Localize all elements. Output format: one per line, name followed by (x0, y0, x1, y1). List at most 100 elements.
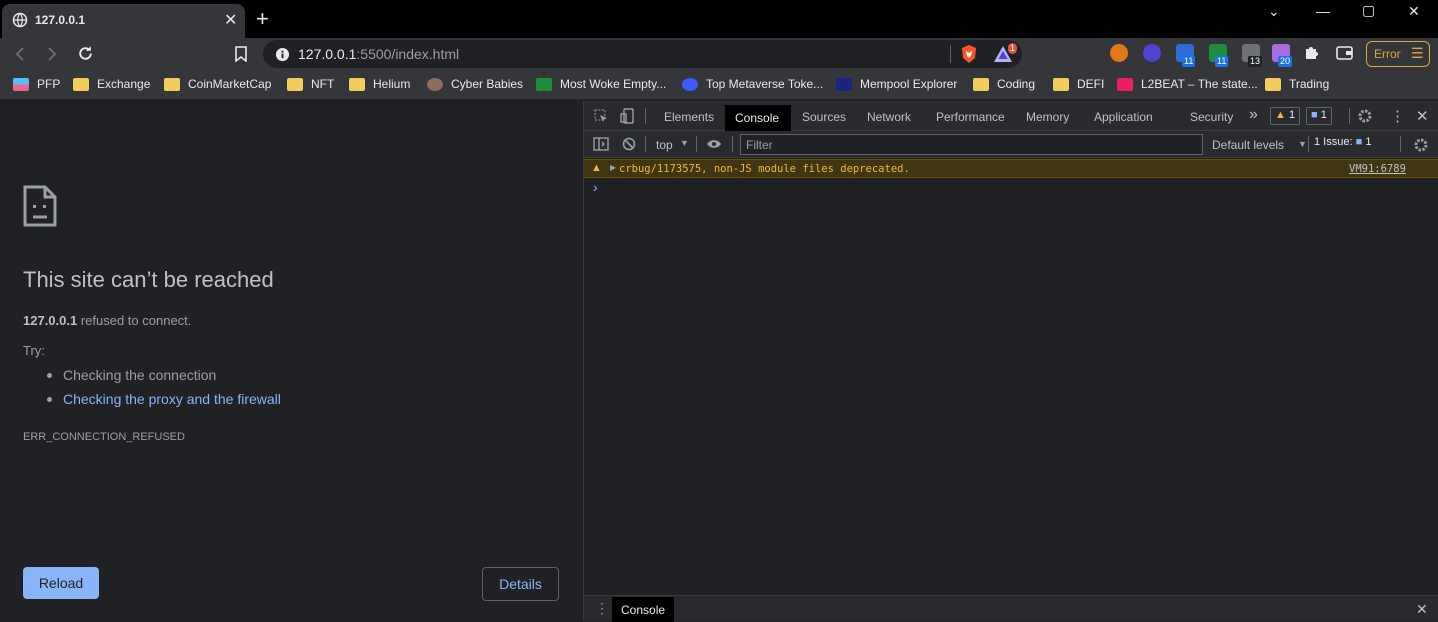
back-icon[interactable] (12, 46, 28, 62)
context-selector[interactable]: top (656, 138, 673, 152)
bookmark-label: Trading (1289, 77, 1330, 91)
log-levels-dropdown[interactable]: Default levels (1212, 138, 1284, 152)
console-warning-row[interactable]: ▲ ▶ crbug/1173575, non-JS module files d… (584, 159, 1438, 178)
tab-application[interactable]: Application (1094, 110, 1153, 124)
drawer-tab-console[interactable]: Console (612, 597, 674, 622)
bookmark-defi[interactable]: DEFI (1053, 77, 1104, 91)
error-refused: refused to connect. (77, 313, 192, 328)
info-count: 1 (1320, 109, 1327, 121)
bookmark-trading[interactable]: Trading (1265, 77, 1329, 91)
inspect-icon[interactable] (594, 109, 608, 123)
bookmark-label: Exchange (97, 77, 151, 91)
close-drawer-icon[interactable]: ✕ (1416, 601, 1428, 618)
sheets-icon (536, 77, 552, 91)
tab-performance[interactable]: Performance (936, 110, 1005, 124)
sidebar-toggle-icon[interactable] (593, 137, 609, 151)
reload-icon[interactable] (77, 45, 94, 62)
close-window-button[interactable]: ✕ (1408, 3, 1420, 20)
maximize-button[interactable]: ▢ (1362, 2, 1375, 19)
tab-search-icon[interactable]: ⌄ (1268, 3, 1280, 20)
warning-icon: ▲ (1275, 109, 1286, 121)
at-icon (682, 77, 698, 91)
bookmark-label: CoinMarketCap (188, 77, 272, 91)
error-summary: 127.0.0.1 refused to connect. (23, 313, 191, 328)
bookmark-pfp[interactable]: PFP (13, 77, 60, 91)
wallet-icon[interactable] (1336, 46, 1353, 60)
new-tab-button[interactable]: + (256, 6, 269, 32)
chevron-down-icon: ▼ (1298, 139, 1307, 149)
bookmarks-bar: PFP Exchange CoinMarketCap NFT Helium Cy… (0, 70, 1438, 100)
bookmark-helium[interactable]: Helium (349, 77, 410, 91)
details-button[interactable]: Details (482, 567, 559, 601)
suggestion-connection: Checking the connection (63, 367, 217, 383)
issues-count: 1 (1365, 136, 1372, 148)
info-icon[interactable] (275, 47, 290, 62)
tab-sources[interactable]: Sources (802, 110, 846, 124)
address-bar[interactable]: 127.0.0.1:5500/index.html 1 (263, 40, 1022, 68)
profile-error-button[interactable]: Error ☰ (1366, 41, 1430, 67)
device-toolbar-icon[interactable] (620, 108, 634, 124)
bookmark-coinmarketcap[interactable]: CoinMarketCap (164, 77, 271, 91)
kebab-menu-icon[interactable]: ⋮ (1390, 107, 1405, 125)
clear-console-icon[interactable] (622, 137, 636, 151)
suggestion-proxy-link[interactable]: Checking the proxy and the firewall (63, 391, 281, 407)
forward-icon[interactable] (44, 46, 60, 62)
folder-icon (1053, 77, 1069, 91)
bookmark-top-metaverse[interactable]: Top Metaverse Toke... (682, 77, 823, 91)
brave-shields-icon[interactable] (960, 44, 978, 64)
extension-badge: 11 (1215, 56, 1229, 67)
bookmark-label: Cyber Babies (451, 77, 524, 91)
extension-icon[interactable] (1143, 44, 1161, 62)
more-tabs-icon[interactable]: » (1249, 106, 1258, 124)
console-toolbar: top ▼ Filter Default levels ▼ 1 Issue: ■… (584, 131, 1438, 158)
divider (1308, 136, 1309, 152)
bookmark-label: Helium (373, 77, 411, 91)
bookmark-icon[interactable] (234, 46, 248, 62)
active-tab[interactable]: 127.0.0.1 ✕ (2, 4, 245, 38)
puzzle-icon[interactable] (1303, 45, 1319, 61)
minimize-button[interactable]: — (1316, 3, 1330, 19)
bookmark-coding[interactable]: Coding (973, 77, 1035, 91)
divider (645, 108, 646, 124)
bookmark-nft[interactable]: NFT (287, 77, 334, 91)
close-devtools-icon[interactable]: ✕ (1416, 107, 1429, 125)
eye-icon[interactable] (706, 138, 722, 150)
tab-close-icon[interactable]: ✕ (224, 10, 237, 30)
bookmark-exchange[interactable]: Exchange (73, 77, 150, 91)
folder-icon (287, 77, 303, 91)
drawer-menu-icon[interactable]: ⋮ (595, 600, 609, 617)
tab-console[interactable]: Console (725, 105, 791, 131)
issues-counter[interactable]: 1 Issue: ■ 1 (1310, 135, 1375, 153)
extension-badge: 13 (1248, 56, 1263, 67)
warning-source-link[interactable]: VM91:6789 (1349, 163, 1406, 175)
filter-input[interactable]: Filter (740, 134, 1203, 155)
bookmark-label: Coding (997, 77, 1036, 91)
tab-security[interactable]: Security (1190, 110, 1233, 124)
folder-icon (164, 77, 180, 91)
tab-network[interactable]: Network (867, 110, 911, 124)
expand-triangle-icon[interactable]: ▶ (610, 163, 616, 172)
warnings-counter[interactable]: ▲ 1 (1270, 107, 1301, 125)
issues-label: 1 Issue: (1314, 136, 1353, 148)
bookmark-most-woke[interactable]: Most Woke Empty... (536, 77, 666, 91)
info-counter[interactable]: ■ 1 (1306, 107, 1332, 125)
cyber-babies-icon (427, 77, 443, 91)
toolbar: 127.0.0.1:5500/index.html 1 11 11 13 20 … (0, 38, 1438, 70)
metamask-icon[interactable] (1110, 44, 1128, 62)
console-prompt[interactable]: › (593, 179, 598, 195)
bookmark-mempool[interactable]: Mempool Explorer (836, 77, 957, 91)
bookmark-cyber-babies[interactable]: Cyber Babies (427, 77, 523, 91)
globe-icon (12, 12, 28, 28)
pfp-icon (13, 77, 29, 91)
error-heading: This site can’t be reached (23, 267, 274, 292)
bookmark-l2beat[interactable]: L2BEAT – The state... (1117, 77, 1258, 91)
tab-memory[interactable]: Memory (1026, 110, 1069, 124)
bookmark-label: Top Metaverse Toke... (706, 77, 824, 91)
reload-button[interactable]: Reload (23, 567, 99, 599)
settings-gear-icon[interactable] (1357, 108, 1373, 124)
url-path: :5500/index.html (356, 46, 460, 62)
warnings-count: 1 (1288, 109, 1296, 121)
tab-elements[interactable]: Elements (664, 110, 714, 124)
url-host: 127.0.0.1 (298, 46, 357, 62)
console-settings-icon[interactable] (1413, 137, 1429, 153)
